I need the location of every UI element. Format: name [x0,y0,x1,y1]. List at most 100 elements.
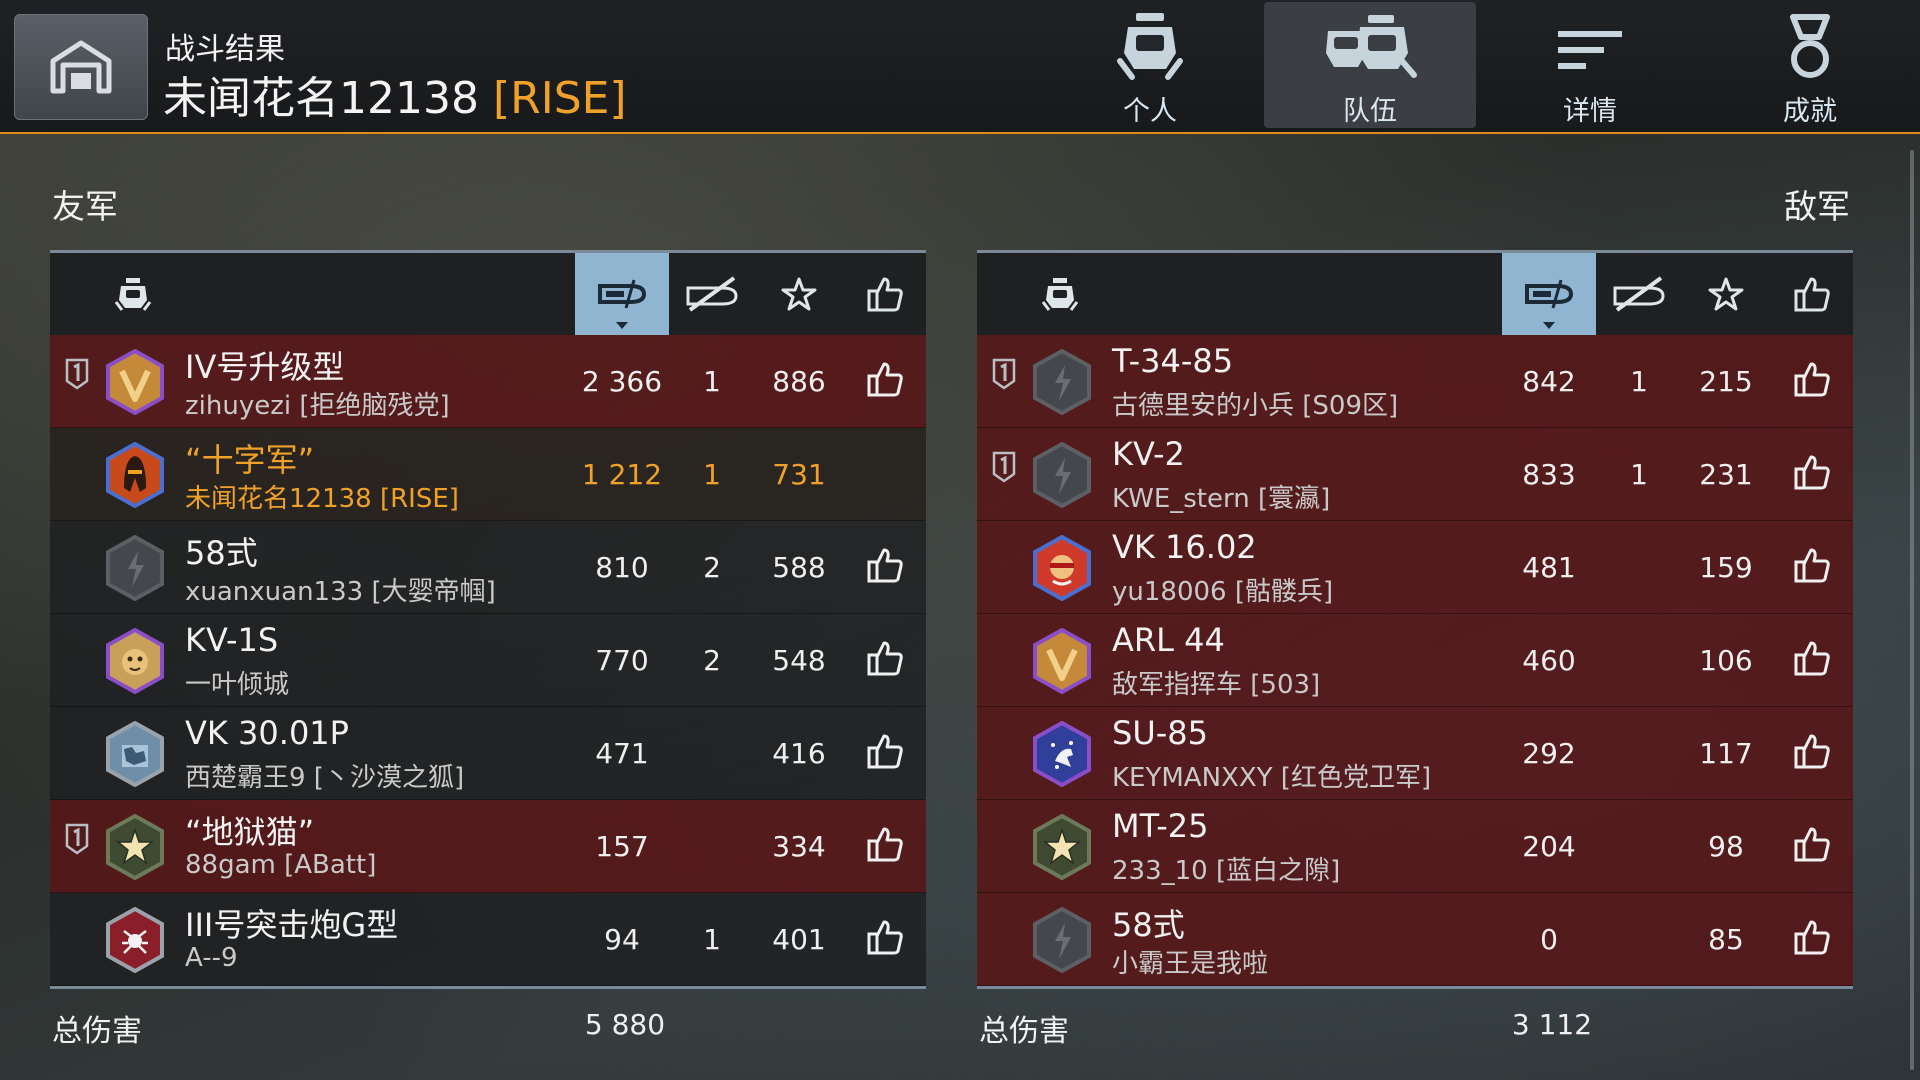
enemies-panel-divider [977,986,1853,989]
thumbs-up-icon [866,639,904,681]
player-row[interactable]: KV-2 KWE_stern [寰瀛] 833 1 231 [977,428,1853,521]
damage-shell-icon [1525,279,1574,309]
v-emblem-purple-icon [1031,627,1093,695]
like-button[interactable] [843,893,927,985]
thumbs-up-icon [1793,639,1831,681]
allies-panel: IV号升级型 zihuyezi [拒绝脑残党] 2 366 1 886 “十字军” 未闻花名… [50,250,926,989]
player-row[interactable]: T-34-85 古德里安的小兵 [S09区] 842 1 215 [977,335,1853,428]
like-button[interactable] [1770,335,1854,427]
damage-value: 471 [595,736,649,770]
player-row[interactable]: KV-1S 一叶倾城 770 2 548 [50,614,926,707]
vehicle-name: III号突击炮G型 [185,906,399,944]
player-row[interactable]: MT-25 233_10 [蓝白之隙] 204 98 [977,800,1853,893]
garage-home-button[interactable] [14,14,148,120]
player-name: 小霸王是我啦 [1112,949,1269,979]
kills-crossed-shell-icon [1613,276,1665,312]
damage-value: 157 [595,829,649,863]
platoon-badge-icon [991,450,1017,484]
col-kills-header[interactable] [669,253,755,335]
player-row[interactable]: SU-85 KEYMANXXY [红色党卫军] 292 117 [977,707,1853,800]
enemies-title: 敌军 [1784,187,1850,226]
vehicle-name: KV-1S [185,621,279,659]
player-row[interactable]: IV号升级型 zihuyezi [拒绝脑残党] 2 366 1 886 [50,335,926,428]
vehicle-name: ARL 44 [1112,621,1225,659]
col-experience-header[interactable] [1682,253,1770,335]
col-damage-header[interactable] [575,253,669,335]
player-row[interactable]: 58式 小霸王是我啦 0 85 [977,893,1853,986]
col-kills-header[interactable] [1596,253,1682,335]
tab-achievements[interactable]: 成就 [1704,2,1916,128]
kills-value: 1 [1630,364,1648,398]
kills-value: 2 [703,550,721,584]
camo-emblem-grey-icon [104,720,166,788]
col-damage-header[interactable] [1502,253,1596,335]
tank-column-icon [114,278,152,311]
vehicle-name: 58式 [1112,906,1185,944]
current-player-name: 未闻花名12138 [163,73,479,124]
enemies-total-damage: 3 112 [1511,1008,1593,1041]
experience-value: 401 [772,922,826,956]
like-button[interactable] [1770,893,1854,985]
experience-value: 416 [772,736,826,770]
col-experience-header[interactable] [755,253,843,335]
platoon-badge-icon [64,822,90,856]
single-tank-icon [1117,13,1183,80]
like-button[interactable] [1770,800,1854,892]
kills-value: 1 [703,364,721,398]
tab-details[interactable]: 详情 [1484,2,1696,128]
like-button[interactable] [843,521,927,613]
player-row[interactable]: “地狱猫” 88gam [ABatt] 157 334 [50,800,926,893]
experience-value: 886 [772,364,826,398]
kills-value: 1 [1630,457,1648,491]
like-button[interactable] [1770,614,1854,706]
col-like-header[interactable] [843,253,927,335]
col-like-header[interactable] [1770,253,1854,335]
tab-personal[interactable]: 个人 [1044,2,1256,128]
current-player-label: 未闻花名12138 [RISE] [163,62,627,126]
enemies-rows: T-34-85 古德里安的小兵 [S09区] 842 1 215 KV-2 KWE_ster… [977,335,1853,986]
experience-value: 106 [1699,643,1753,677]
thumbs-up-icon [1793,360,1831,402]
col-vehicle-header[interactable] [1025,253,1095,335]
player-name: xuanxuan133 [大婴帝帼] [185,577,496,607]
kills-value: 1 [703,922,721,956]
vehicle-name: KV-2 [1112,435,1185,473]
sort-desc-icon [616,322,628,329]
tab-team[interactable]: 队伍 [1264,2,1476,128]
medal-icon [1790,14,1830,78]
like-button[interactable] [843,335,927,427]
like-button[interactable] [1770,428,1854,520]
thumbs-up-icon [867,277,903,312]
player-row[interactable]: ARL 44 敌军指挥车 [503] 460 106 [977,614,1853,707]
garage-icon [50,40,112,94]
thumbs-up-icon [866,732,904,774]
like-button[interactable] [843,614,927,706]
kills-value [1596,614,1682,706]
player-row[interactable]: VK 16.02 yu18006 [骷髅兵] 481 159 [977,521,1853,614]
col-vehicle-header[interactable] [98,253,168,335]
thumbs-up-icon [866,918,904,960]
allies-total-damage: 5 880 [584,1008,666,1041]
player-name: 古德里安的小兵 [S09区] [1112,391,1399,421]
details-list-icon [1558,31,1622,69]
page-scrollbar[interactable] [1910,150,1914,1070]
player-row[interactable]: 58式 xuanxuan133 [大婴帝帼] 810 2 588 [50,521,926,614]
kills-value [669,800,755,892]
team-tanks-icon [1326,15,1417,78]
like-button[interactable] [1770,521,1854,613]
vehicle-name: IV号升级型 [185,348,345,386]
player-row[interactable]: VK 30.01P 西楚霸王9 [丶沙漠之狐] 471 416 [50,707,926,800]
player-row[interactable]: III号突击炮G型 A--9 94 1 401 [50,893,926,986]
experience-value: 159 [1699,550,1753,584]
top-bar: 战斗结果 未闻花名12138 [RISE] 个人 队伍 详情 成就 [0,0,1920,134]
like-button[interactable] [1770,707,1854,799]
vehicle-name: VK 30.01P [185,714,349,752]
like-button[interactable] [843,800,927,892]
tab-label: 个人 [1123,96,1177,127]
kills-value: 1 [703,457,721,491]
like-button[interactable] [843,707,927,799]
star-emblem-green-icon [104,813,166,881]
platoon-badge-icon [64,357,90,391]
player-row[interactable]: “十字军” 未闻花名12138 [RISE] 1 212 1 731 [50,428,926,521]
damage-value: 204 [1522,829,1576,863]
